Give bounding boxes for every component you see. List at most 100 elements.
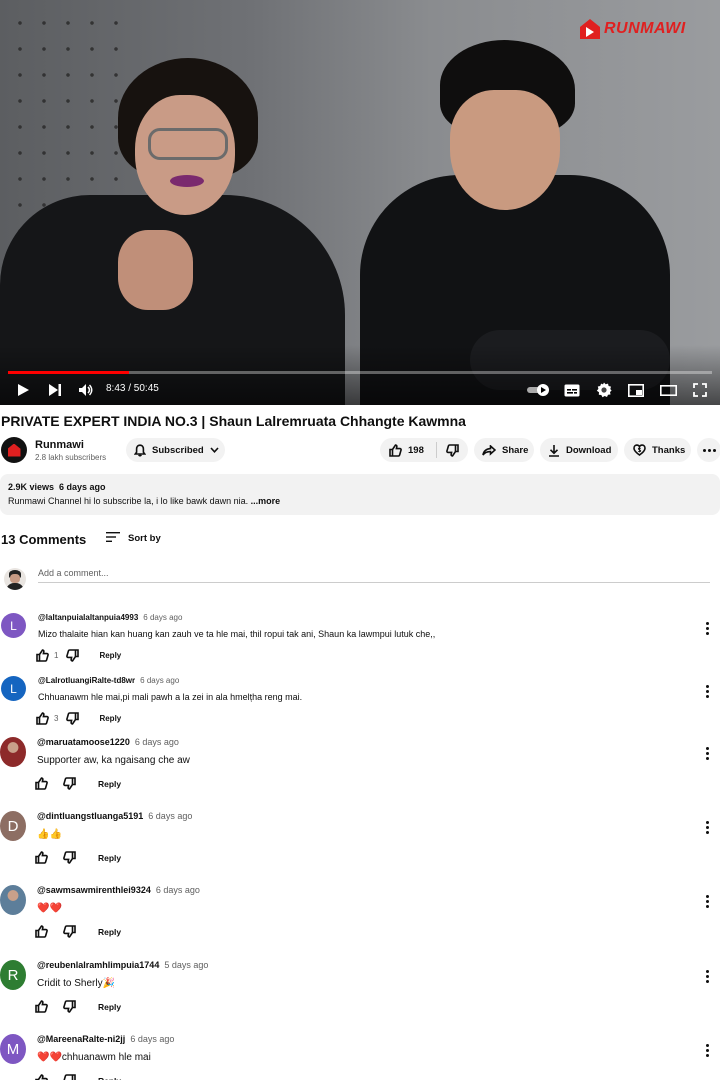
commenter-avatar[interactable] bbox=[0, 885, 26, 915]
video-player[interactable]: RUNMAWI 8:43 / 50:45 bbox=[0, 0, 720, 405]
comment-like-button[interactable] bbox=[35, 1074, 53, 1080]
settings-button[interactable] bbox=[595, 380, 613, 400]
comment-dislike-button[interactable] bbox=[63, 851, 76, 864]
skip-next-icon bbox=[49, 384, 61, 396]
comment-author[interactable]: @dintluangstluanga5191 bbox=[37, 811, 143, 821]
progress-bar-played bbox=[8, 371, 130, 374]
more-vertical-icon bbox=[705, 685, 709, 688]
comment-like-button[interactable]: 3 bbox=[36, 712, 58, 725]
comment-like-button[interactable] bbox=[35, 925, 53, 938]
comment-time[interactable]: 6 days ago bbox=[135, 737, 179, 747]
comment-text: Chhuanawm hle mai,pi mali pawh a la zei … bbox=[38, 692, 303, 702]
comment-like-button[interactable] bbox=[35, 1000, 53, 1013]
play-icon bbox=[18, 384, 29, 396]
download-button[interactable]: Download bbox=[540, 438, 618, 462]
comment-dislike-button[interactable] bbox=[63, 1000, 76, 1013]
thumbs-down-icon bbox=[66, 712, 80, 725]
volume-button[interactable] bbox=[77, 380, 95, 400]
comment-time[interactable]: 6 days ago bbox=[130, 1034, 174, 1044]
thanks-button[interactable]: Thanks bbox=[624, 438, 691, 462]
comment-dislike-button[interactable] bbox=[63, 1074, 76, 1080]
comment-menu-button[interactable] bbox=[704, 622, 710, 635]
miniplayer-button[interactable] bbox=[627, 380, 645, 400]
comment-menu-button[interactable] bbox=[704, 685, 710, 698]
comment-dislike-button[interactable] bbox=[66, 712, 80, 725]
thumbs-down-icon bbox=[66, 649, 80, 662]
comment-like-button[interactable] bbox=[35, 851, 53, 864]
avatar-letter: L bbox=[10, 681, 17, 696]
time-display: 8:43 / 50:45 bbox=[106, 383, 159, 394]
comment-menu-button[interactable] bbox=[704, 970, 710, 983]
comment-author[interactable]: @laltanpuialaltanpuia4993 bbox=[38, 613, 138, 622]
commenter-avatar[interactable]: L bbox=[1, 613, 26, 638]
comment-time[interactable]: 6 days ago bbox=[140, 676, 179, 685]
next-button[interactable] bbox=[46, 380, 64, 400]
comment-like-button[interactable]: 1 bbox=[36, 649, 58, 662]
channel-name[interactable]: Runmawi bbox=[35, 439, 84, 451]
video-person-man-face bbox=[450, 90, 560, 210]
comment-menu-button[interactable] bbox=[704, 747, 710, 760]
thanks-label: Thanks bbox=[652, 444, 686, 456]
comment-actions: Reply bbox=[35, 1074, 121, 1080]
thumbs-down-icon bbox=[446, 443, 459, 457]
comment-text: Cridit to Sherly🎉 bbox=[37, 978, 116, 989]
comment-time[interactable]: 6 days ago bbox=[156, 885, 200, 895]
comment-author[interactable]: @sawmsawmirenthlei9324 bbox=[37, 885, 151, 895]
description-more-link[interactable]: ...more bbox=[251, 496, 281, 506]
comments-count: 13 Comments bbox=[1, 532, 87, 547]
comment-reply-button[interactable]: Reply bbox=[98, 927, 121, 937]
volume-icon bbox=[79, 384, 93, 396]
commenter-avatar[interactable] bbox=[0, 737, 26, 767]
commenter-avatar[interactable]: R bbox=[0, 960, 26, 990]
comment-time[interactable]: 6 days ago bbox=[148, 811, 192, 821]
play-button[interactable] bbox=[14, 380, 32, 400]
dislike-button[interactable] bbox=[437, 443, 468, 457]
comment-author[interactable]: @reubenlalramhlimpuia1744 bbox=[37, 960, 159, 970]
comment-reply-button[interactable]: Reply bbox=[98, 779, 121, 789]
comment-author[interactable]: @MareenaRalte-ni2jj bbox=[37, 1034, 125, 1044]
comment-reply-button[interactable]: Reply bbox=[98, 853, 121, 863]
add-comment-input[interactable]: Add a comment... bbox=[38, 568, 710, 583]
comment-author[interactable]: @maruatamoose1220 bbox=[37, 737, 130, 747]
comment-menu-button[interactable] bbox=[704, 895, 710, 908]
comment-reply-button[interactable]: Reply bbox=[99, 714, 121, 723]
commenter-avatar[interactable]: M bbox=[0, 1034, 26, 1064]
comment-dislike-button[interactable] bbox=[63, 925, 76, 938]
description-box[interactable]: 2.9K views 6 days ago Runmawi Channel hi… bbox=[0, 474, 720, 515]
comment-actions: 3 Reply bbox=[36, 712, 121, 725]
comment-dislike-button[interactable] bbox=[66, 649, 80, 662]
thumbs-up-icon bbox=[35, 925, 48, 938]
fullscreen-icon bbox=[693, 383, 707, 397]
subscriber-count: 2.8 lakh subscribers bbox=[35, 453, 107, 462]
comment-menu-button[interactable] bbox=[704, 821, 710, 834]
comment-author[interactable]: @LalrotluangiRalte-td8wr bbox=[38, 676, 135, 685]
progress-bar[interactable] bbox=[8, 371, 712, 374]
comment-reply-button[interactable]: Reply bbox=[99, 651, 121, 660]
video-person-woman-glasses bbox=[148, 128, 228, 160]
share-button[interactable]: Share bbox=[474, 438, 534, 462]
fullscreen-button[interactable] bbox=[691, 380, 709, 400]
comment-menu-button[interactable] bbox=[704, 1044, 710, 1057]
comment-like-button[interactable] bbox=[35, 777, 53, 790]
thumbs-up-icon bbox=[35, 1000, 48, 1013]
thumbs-up-icon bbox=[35, 777, 48, 790]
commenter-avatar[interactable]: L bbox=[1, 676, 26, 701]
comment-dislike-button[interactable] bbox=[63, 777, 76, 790]
like-button[interactable]: 198 bbox=[380, 443, 436, 457]
more-actions-button[interactable] bbox=[697, 438, 720, 462]
comment-time[interactable]: 6 days ago bbox=[143, 613, 182, 622]
theater-mode-button[interactable] bbox=[659, 380, 677, 400]
comment-reply-button[interactable]: Reply bbox=[98, 1002, 121, 1012]
chevron-down-icon bbox=[210, 447, 219, 453]
thanks-heart-dollar-icon bbox=[633, 444, 646, 456]
comment-text: ❤️❤️chhuanawm hle mai bbox=[37, 1052, 151, 1063]
channel-avatar[interactable] bbox=[1, 437, 27, 463]
comment-reply-button[interactable]: Reply bbox=[98, 1076, 121, 1080]
subscribed-button[interactable]: Subscribed bbox=[126, 438, 225, 462]
commenter-avatar[interactable]: D bbox=[0, 811, 26, 841]
comment-actions: Reply bbox=[35, 1000, 121, 1013]
captions-button[interactable] bbox=[563, 380, 581, 400]
sort-by-button[interactable]: Sort by bbox=[106, 532, 161, 545]
autoplay-toggle[interactable] bbox=[526, 380, 552, 400]
comment-time[interactable]: 5 days ago bbox=[164, 960, 208, 970]
